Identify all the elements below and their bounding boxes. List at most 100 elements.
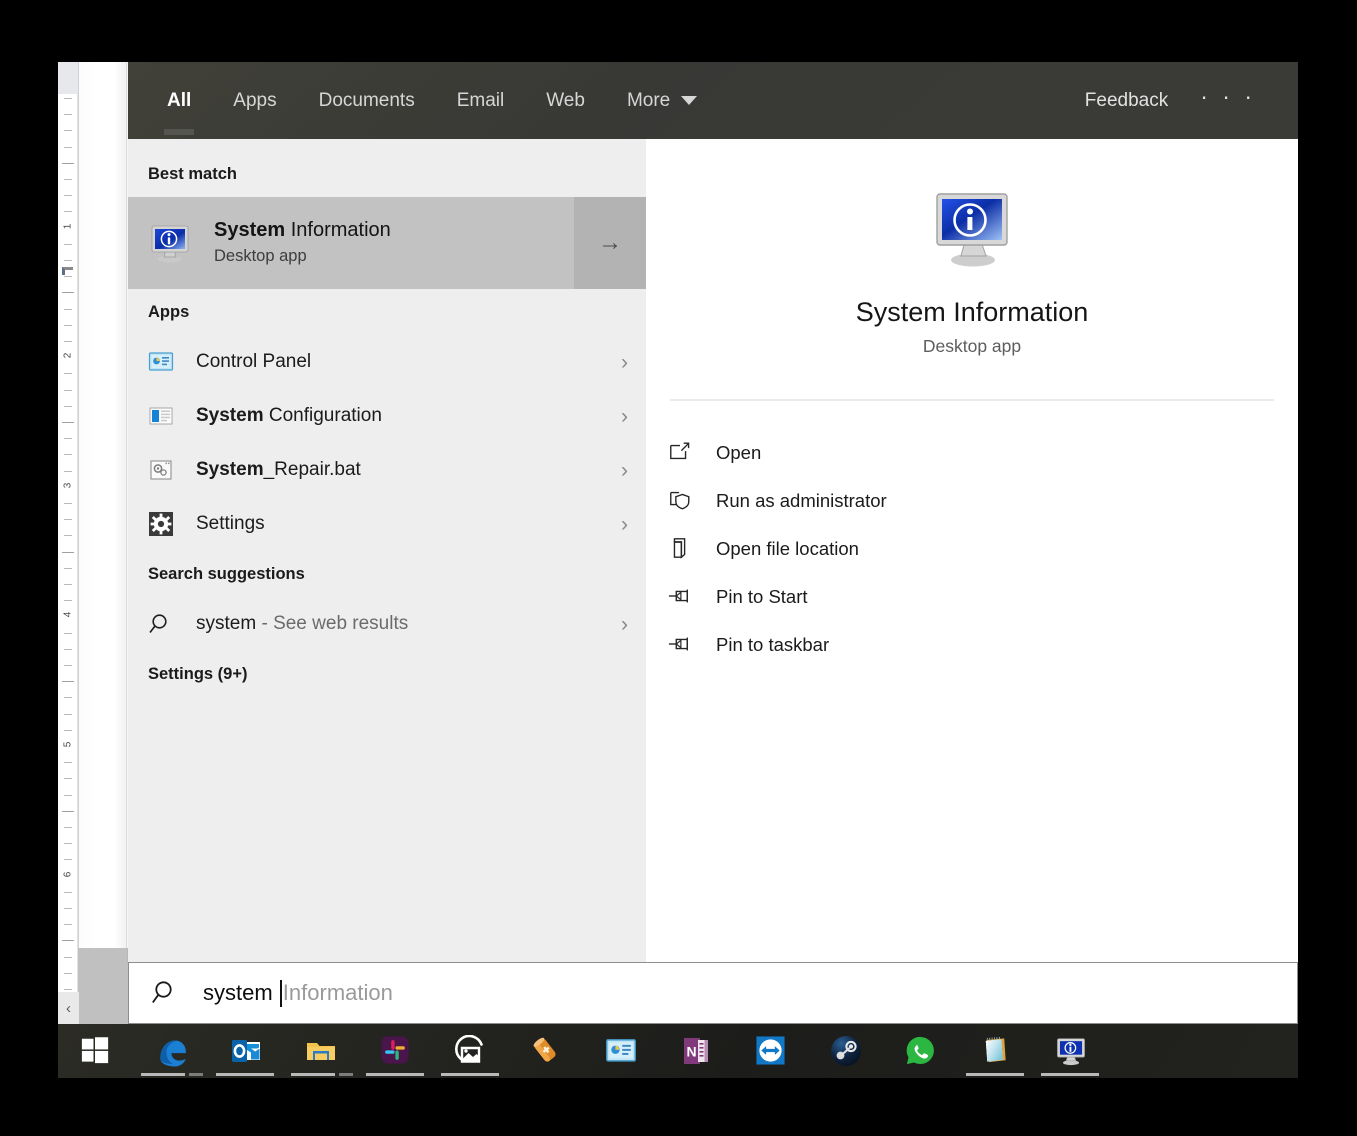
- ruler-tick: [64, 503, 72, 504]
- ruler-tick: 6: [62, 871, 74, 877]
- ruler-tick: [64, 859, 72, 861]
- header-right-actions: Feedback · · ·: [1069, 62, 1298, 139]
- tab-email[interactable]: Email: [436, 62, 526, 139]
- ruler-tick: [62, 551, 74, 553]
- app-result-label: System_Repair.bat: [196, 459, 621, 481]
- best-match-arrow-button[interactable]: →: [574, 197, 646, 289]
- taskbar-whatsapp[interactable]: [883, 1024, 958, 1078]
- app-result-label: System Configuration: [196, 405, 621, 427]
- app-result-label-rest: Configuration: [263, 405, 382, 426]
- running-indicator-secondary: [189, 1073, 203, 1076]
- taskbar-control-panel[interactable]: [583, 1024, 658, 1078]
- scroll-left-button[interactable]: ‹: [58, 992, 79, 1024]
- system-information-icon: [148, 221, 192, 265]
- ruler-tick: [64, 778, 72, 780]
- system-configuration-icon: [148, 403, 174, 429]
- best-match-result[interactable]: System Information Desktop app →: [128, 197, 646, 289]
- ruler-margin-marker[interactable]: [62, 267, 73, 275]
- best-match-title-rest: Information: [285, 219, 391, 242]
- tab-all[interactable]: All: [146, 62, 212, 139]
- running-indicator: [1041, 1073, 1099, 1076]
- ruler-tick: [64, 891, 72, 893]
- preview-column: System Information Desktop app Open Run a…: [646, 139, 1298, 962]
- outlook-icon: [230, 1035, 262, 1067]
- chevron-right-icon[interactable]: ›: [621, 352, 628, 373]
- ruler-tick: [64, 373, 72, 375]
- ruler-tick: [64, 519, 72, 521]
- app-result-row[interactable]: Control Panel ›: [128, 335, 646, 389]
- ruler-tick: [62, 810, 74, 812]
- slack-icon: [380, 1035, 412, 1067]
- search-suggestion-row[interactable]: system - See web results ›: [128, 597, 646, 651]
- best-match-main[interactable]: System Information Desktop app: [128, 197, 574, 289]
- taskbar-system-information[interactable]: [1033, 1024, 1108, 1078]
- app-result-row[interactable]: Settings ›: [128, 497, 646, 551]
- chevron-right-icon[interactable]: ›: [621, 514, 628, 535]
- app-result-label: Control Panel: [196, 351, 621, 373]
- action-pin-to-taskbar[interactable]: Pin to taskbar: [646, 621, 1298, 669]
- ruler-tick: 2: [62, 352, 74, 359]
- taskbar-batteries[interactable]: [508, 1024, 583, 1078]
- taskbar-edge[interactable]: [133, 1024, 208, 1078]
- pin-icon: [668, 584, 704, 610]
- chevron-right-icon[interactable]: ›: [621, 406, 628, 427]
- ruler-tick: [64, 794, 72, 796]
- search-input-typed-text[interactable]: system: [203, 980, 279, 1006]
- chevron-right-icon[interactable]: ›: [621, 614, 628, 635]
- taskbar-slack[interactable]: [358, 1024, 433, 1078]
- chevron-right-icon[interactable]: ›: [621, 460, 628, 481]
- running-indicator: [291, 1073, 335, 1076]
- document-page-edge: [78, 62, 79, 1024]
- ruler-tick: [64, 908, 72, 909]
- ruler-tick: [64, 114, 72, 116]
- bat-script-icon: [148, 457, 174, 483]
- best-match-subtitle: Desktop app: [214, 247, 307, 266]
- app-result-row[interactable]: System Configuration ›: [128, 389, 646, 443]
- ruler-tick: [64, 405, 72, 407]
- best-match-title: System Information: [214, 217, 391, 244]
- ruler-tick: [64, 989, 72, 990]
- tab-label: All: [167, 89, 192, 111]
- start-button[interactable]: [58, 1024, 133, 1078]
- ruler-header: [58, 62, 78, 94]
- ruler-tick: [64, 470, 72, 472]
- folder-location-icon: [668, 536, 704, 562]
- app-result-label-rest: _Repair.bat: [263, 459, 361, 480]
- action-run-as-administrator[interactable]: Run as administrator: [646, 477, 1298, 525]
- taskbar-notepad[interactable]: [958, 1024, 1033, 1078]
- steam-icon: [830, 1035, 862, 1067]
- app-result-row[interactable]: System_Repair.bat ›: [128, 443, 646, 497]
- tab-more[interactable]: More: [606, 62, 718, 139]
- tab-documents[interactable]: Documents: [298, 62, 436, 139]
- taskbar-steam[interactable]: [808, 1024, 883, 1078]
- taskbar-photos[interactable]: [433, 1024, 508, 1078]
- file-explorer-icon: [305, 1035, 337, 1067]
- taskbar-onenote[interactable]: N: [658, 1024, 733, 1078]
- action-open[interactable]: Open: [646, 429, 1298, 477]
- app-result-label-bold: System: [196, 459, 264, 480]
- running-indicator: [216, 1073, 274, 1076]
- search-input-bar[interactable]: system Information: [128, 962, 1298, 1024]
- search-icon: [151, 978, 181, 1008]
- taskbar-teamviewer[interactable]: [733, 1024, 808, 1078]
- suggestion-suffix: - See web results: [256, 613, 409, 634]
- ruler-tick: [62, 681, 74, 683]
- tab-label: Apps: [233, 89, 277, 111]
- tab-web[interactable]: Web: [525, 62, 606, 139]
- feedback-button[interactable]: Feedback: [1069, 90, 1184, 112]
- action-pin-to-start[interactable]: Pin to Start: [646, 573, 1298, 621]
- tab-apps[interactable]: Apps: [212, 62, 297, 139]
- taskbar-file-explorer[interactable]: [283, 1024, 358, 1078]
- more-options-icon[interactable]: · · ·: [1184, 83, 1272, 118]
- ruler-tick: [64, 389, 72, 391]
- running-indicator: [966, 1073, 1024, 1076]
- taskbar-outlook[interactable]: [208, 1024, 283, 1078]
- tab-label: Email: [456, 89, 505, 111]
- open-icon: [668, 440, 704, 466]
- action-label: Open file location: [716, 538, 859, 559]
- action-open-file-location[interactable]: Open file location: [646, 525, 1298, 573]
- app-result-label-rest: Settings: [196, 513, 265, 534]
- ruler-tick: [64, 843, 72, 845]
- ruler-tick: [64, 567, 72, 569]
- vertical-ruler[interactable]: 1 2 3 4 5 6: [58, 62, 78, 1024]
